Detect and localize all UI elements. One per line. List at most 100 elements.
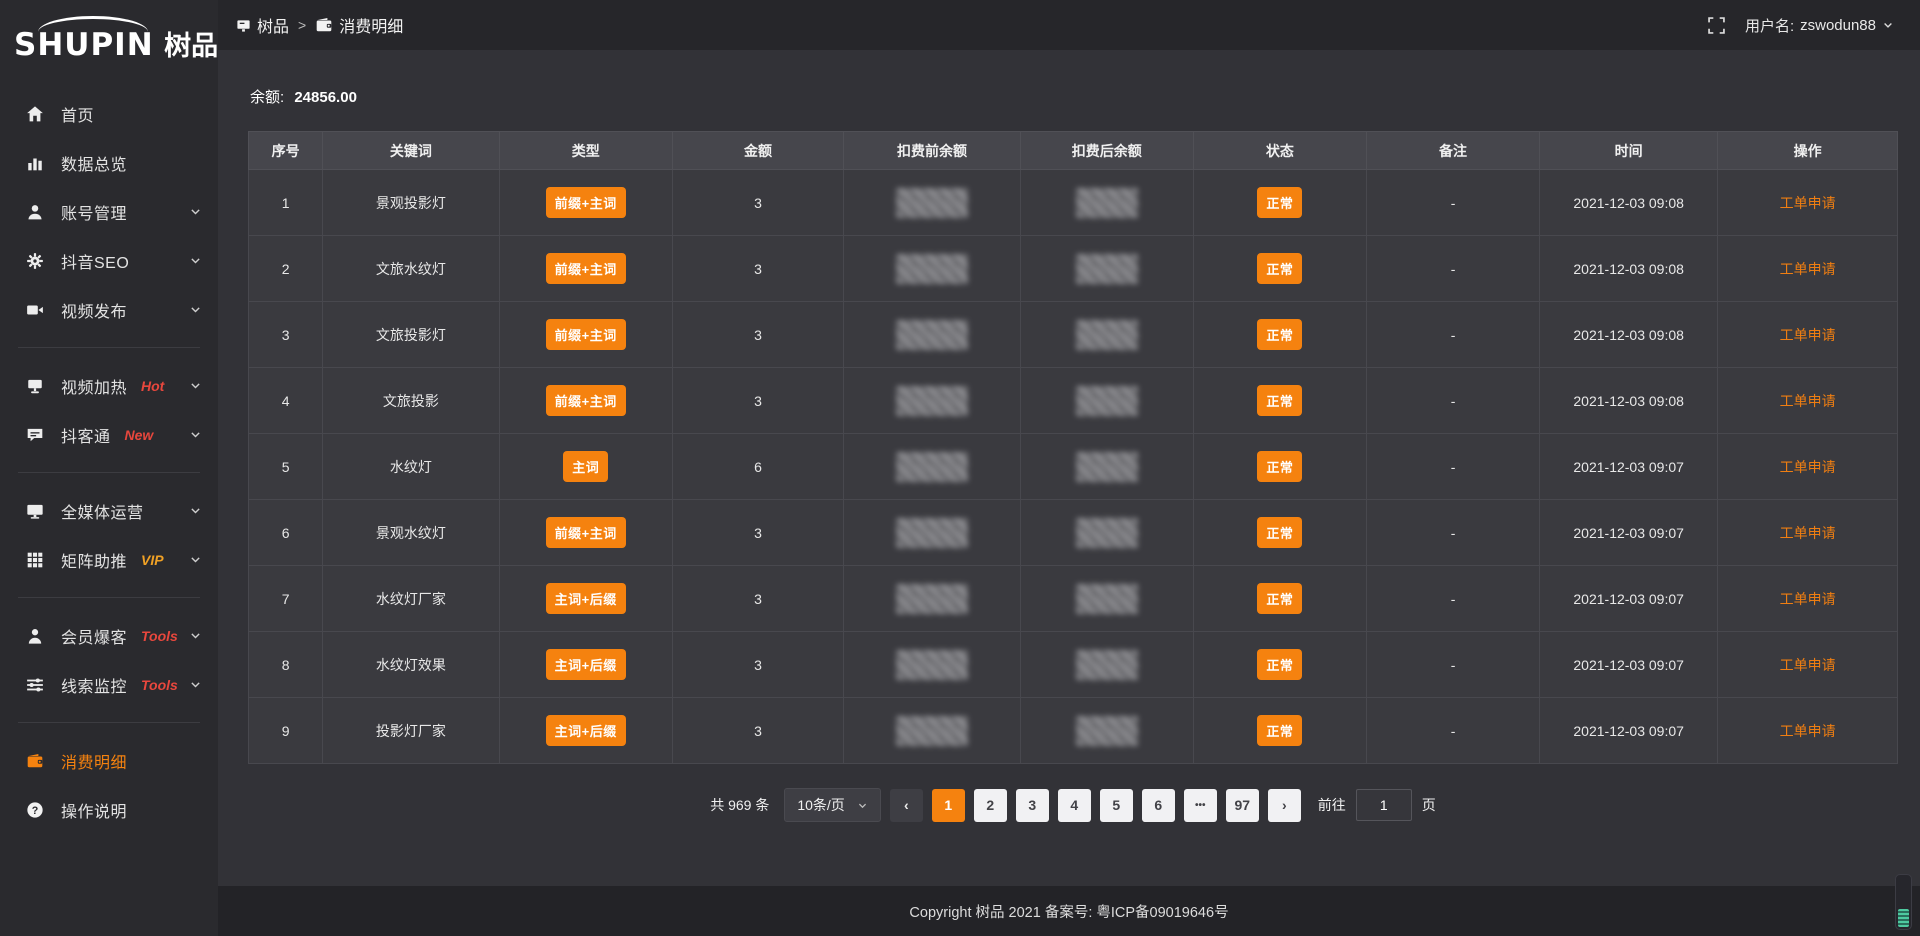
- brand-logo[interactable]: SHUPIN 树品: [0, 8, 218, 77]
- page-button-1[interactable]: 1: [932, 789, 965, 822]
- work-order-link[interactable]: 工单申请: [1780, 525, 1836, 541]
- cell-index: 3: [249, 302, 323, 368]
- breadcrumb-current-crumb[interactable]: 消费明细: [315, 13, 403, 37]
- prev-page-button[interactable]: ‹: [890, 789, 923, 822]
- fullscreen-icon[interactable]: [1708, 17, 1725, 34]
- cell-post-balance: [1020, 236, 1193, 302]
- sidebar-menu: 首页数据总览账号管理抖音SEO视频发布视频加热Hot抖客通New 全媒体运营矩阵助…: [0, 77, 218, 834]
- sidebar-item-consume-detail[interactable]: 消费明细: [0, 736, 218, 785]
- cell-action: 工单申请: [1718, 500, 1898, 566]
- member-icon: [26, 627, 46, 645]
- blurred-balance: [1076, 518, 1138, 548]
- cell-type: 主词: [499, 434, 672, 500]
- table-row: 8水纹灯效果主词+后缀3正常-2021-12-03 09:07工单申请: [249, 632, 1898, 698]
- work-order-link[interactable]: 工单申请: [1780, 393, 1836, 409]
- cell-post-balance: [1020, 698, 1193, 764]
- cell-status: 正常: [1193, 368, 1366, 434]
- cell-remark: -: [1366, 302, 1539, 368]
- wallet-icon: [26, 752, 46, 770]
- work-order-link[interactable]: 工单申请: [1780, 261, 1836, 277]
- page-size-value: 10条/页: [797, 795, 844, 815]
- cell-pre-balance: [844, 698, 1020, 764]
- blurred-balance: [1076, 584, 1138, 614]
- page-size-select[interactable]: 10条/页: [784, 788, 880, 822]
- blurred-balance: [1076, 650, 1138, 680]
- cell-keyword: 文旅投影灯: [323, 302, 499, 368]
- status-badge: 正常: [1257, 715, 1302, 746]
- column-header: 序号: [249, 132, 323, 170]
- sidebar-item-account-management[interactable]: 账号管理: [0, 187, 218, 236]
- work-order-link[interactable]: 工单申请: [1780, 657, 1836, 673]
- cell-index: 6: [249, 500, 323, 566]
- sidebar-item-label: 抖客通: [61, 423, 111, 447]
- pagination-total: 共 969 条: [710, 795, 769, 815]
- work-order-link[interactable]: 工单申请: [1780, 195, 1836, 211]
- cell-remark: -: [1366, 434, 1539, 500]
- column-header: 备注: [1366, 132, 1539, 170]
- cell-pre-balance: [844, 368, 1020, 434]
- work-order-link[interactable]: 工单申请: [1780, 327, 1836, 343]
- cell-index: 5: [249, 434, 323, 500]
- breadcrumb-separator: >: [298, 17, 306, 33]
- page-button-6[interactable]: 6: [1142, 789, 1175, 822]
- goto-page-input[interactable]: [1356, 789, 1412, 821]
- sidebar-item-tag: Tools: [141, 628, 178, 644]
- sidebar-item-data-overview[interactable]: 数据总览: [0, 138, 218, 187]
- page-ellipsis-button[interactable]: •••: [1184, 789, 1217, 822]
- sidebar-item-all-media-operation[interactable]: 全媒体运营: [0, 486, 218, 535]
- balance-value: 24856.00: [294, 89, 357, 106]
- sidebar-item-label: 消费明细: [61, 749, 127, 773]
- blurred-balance: [896, 386, 968, 416]
- sidebar-item-lead-monitor[interactable]: 线索监控Tools: [0, 660, 218, 709]
- blurred-balance: [896, 188, 968, 218]
- user-menu[interactable]: 用户名: zswodun88: [1745, 15, 1894, 36]
- cell-index: 8: [249, 632, 323, 698]
- cell-type: 主词+后缀: [499, 566, 672, 632]
- sidebar-item-douyin-seo[interactable]: 抖音SEO: [0, 236, 218, 285]
- breadcrumb-home-crumb[interactable]: 树品: [236, 13, 289, 37]
- chevron-down-icon: [189, 303, 202, 316]
- sidebar-item-douketong[interactable]: 抖客通New: [0, 410, 218, 459]
- floating-widget[interactable]: [1895, 874, 1912, 930]
- cell-type: 前缀+主词: [499, 302, 672, 368]
- topbar-right: 用户名: zswodun88: [1708, 15, 1894, 36]
- table-row: 3文旅投影灯前缀+主词3正常-2021-12-03 09:08工单申请: [249, 302, 1898, 368]
- table-row: 7水纹灯厂家主词+后缀3正常-2021-12-03 09:07工单申请: [249, 566, 1898, 632]
- page-button-97[interactable]: 97: [1226, 789, 1259, 822]
- cell-amount: 3: [672, 170, 843, 236]
- work-order-link[interactable]: 工单申请: [1780, 459, 1836, 475]
- sidebar-item-matrix-boost[interactable]: 矩阵助推VIP: [0, 535, 218, 584]
- balance: 余额: 24856.00: [250, 86, 1898, 107]
- sidebar-item-label: 全媒体运营: [61, 499, 144, 523]
- blurred-balance: [896, 254, 968, 284]
- page-button-3[interactable]: 3: [1016, 789, 1049, 822]
- page-button-5[interactable]: 5: [1100, 789, 1133, 822]
- goto-page: 前往 页: [1318, 789, 1436, 821]
- copyright-text: Copyright 树品 2021 备案号: 粤ICP备09019646号: [909, 901, 1228, 922]
- cell-time: 2021-12-03 09:08: [1540, 236, 1718, 302]
- cell-type: 主词+后缀: [499, 632, 672, 698]
- cell-time: 2021-12-03 09:07: [1540, 434, 1718, 500]
- work-order-link[interactable]: 工单申请: [1780, 591, 1836, 607]
- topbar: 树品 > 消费明细 用户名: zswodun88: [218, 0, 1920, 50]
- logo-arc-decoration: [38, 16, 148, 32]
- cell-keyword: 景观水纹灯: [323, 500, 499, 566]
- work-order-link[interactable]: 工单申请: [1780, 723, 1836, 739]
- home-icon: [26, 105, 46, 123]
- table-row: 2文旅水纹灯前缀+主词3正常-2021-12-03 09:08工单申请: [249, 236, 1898, 302]
- type-badge: 主词+后缀: [546, 715, 626, 746]
- blurred-balance: [896, 584, 968, 614]
- cell-amount: 3: [672, 302, 843, 368]
- sidebar-item-help[interactable]: ?操作说明: [0, 785, 218, 834]
- sidebar-item-member-burst[interactable]: 会员爆客 Tools: [0, 611, 218, 660]
- page-button-4[interactable]: 4: [1058, 789, 1091, 822]
- sidebar-item-home[interactable]: 首页: [0, 89, 218, 138]
- cell-pre-balance: [844, 236, 1020, 302]
- sidebar-item-video-publish[interactable]: 视频发布: [0, 285, 218, 334]
- sidebar-item-label: 会员爆客: [61, 624, 127, 648]
- column-header: 扣费后余额: [1020, 132, 1193, 170]
- page-button-2[interactable]: 2: [974, 789, 1007, 822]
- type-badge: 前缀+主词: [546, 517, 626, 548]
- sidebar-item-video-heat[interactable]: 视频加热Hot: [0, 361, 218, 410]
- next-page-button[interactable]: ›: [1268, 789, 1301, 822]
